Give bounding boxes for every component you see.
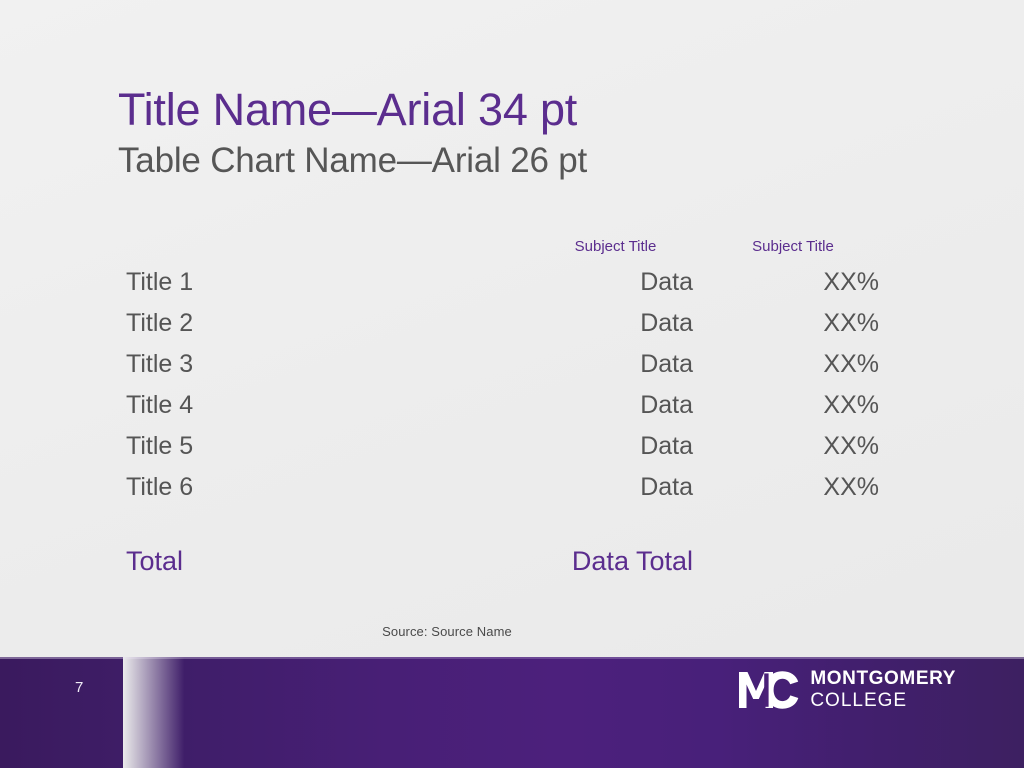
table-row: Title 5 Data XX% [118,432,893,473]
table-row: Title 6 Data XX% [118,473,893,514]
total-data: Data Total [571,546,693,576]
table-container: Subject Title Subject Title Title 1 Data… [118,238,908,588]
slide: Title Name—Arial 34 pt Table Chart Name—… [0,0,1024,768]
row-label: Title 3 [126,350,194,378]
page-number: 7 [75,679,84,696]
row-data: Data [640,473,693,501]
spacer-cell [118,514,538,546]
row-data: Data [640,309,693,337]
table-row: Title 3 Data XX% [118,350,893,391]
row-percent: XX% [823,432,879,460]
row-percent: XX% [823,309,879,337]
logo-line-montgomery: MONTGOMERY [810,668,956,689]
title-block: Title Name—Arial 34 pt Table Chart Name—… [118,86,938,180]
table-spacer-row [118,514,893,546]
row-data: Data [640,350,693,378]
source-note-text: Source: Source Name [382,624,512,639]
footer-divider [0,657,1024,659]
source-note: Source: Source Name [0,624,1024,639]
total-label: Total [126,546,184,576]
row-label: Title 6 [126,473,194,501]
table-row: Title 1 Data XX% [118,268,893,309]
row-data: Data [640,268,693,296]
row-label: Title 4 [126,391,194,419]
row-data: Data [640,432,693,460]
row-percent: XX% [823,473,879,501]
table-row: Title 4 Data XX% [118,391,893,432]
row-percent: XX% [823,350,879,378]
table-row: Title 2 Data XX% [118,309,893,350]
table-total-row: Total Data Total [118,546,893,588]
data-table: Subject Title Subject Title Title 1 Data… [118,238,893,588]
table-header-row: Subject Title Subject Title [118,238,893,268]
spacer-cell [538,514,693,546]
row-label: Title 1 [126,268,194,296]
row-data: Data [640,391,693,419]
row-label: Title 2 [126,309,194,337]
column-header-label [118,238,538,268]
column-header-data: Subject Title [574,238,657,255]
row-label: Title 5 [126,432,194,460]
mc-monogram-icon [737,670,799,710]
slide-footer: 7 MONTGOMERY COLLEGE [0,657,1024,768]
montgomery-college-logo: MONTGOMERY COLLEGE [737,669,956,710]
logo-line-college: COLLEGE [810,690,908,711]
column-header-percent: Subject Title [752,238,834,255]
page-title: Title Name—Arial 34 pt [118,84,578,135]
row-percent: XX% [823,268,879,296]
logo-wordmark: MONTGOMERY COLLEGE [810,669,956,710]
page-subtitle: Table Chart Name—Arial 26 pt [118,141,588,181]
total-percent [693,546,893,588]
row-percent: XX% [823,391,879,419]
spacer-cell [693,514,893,546]
